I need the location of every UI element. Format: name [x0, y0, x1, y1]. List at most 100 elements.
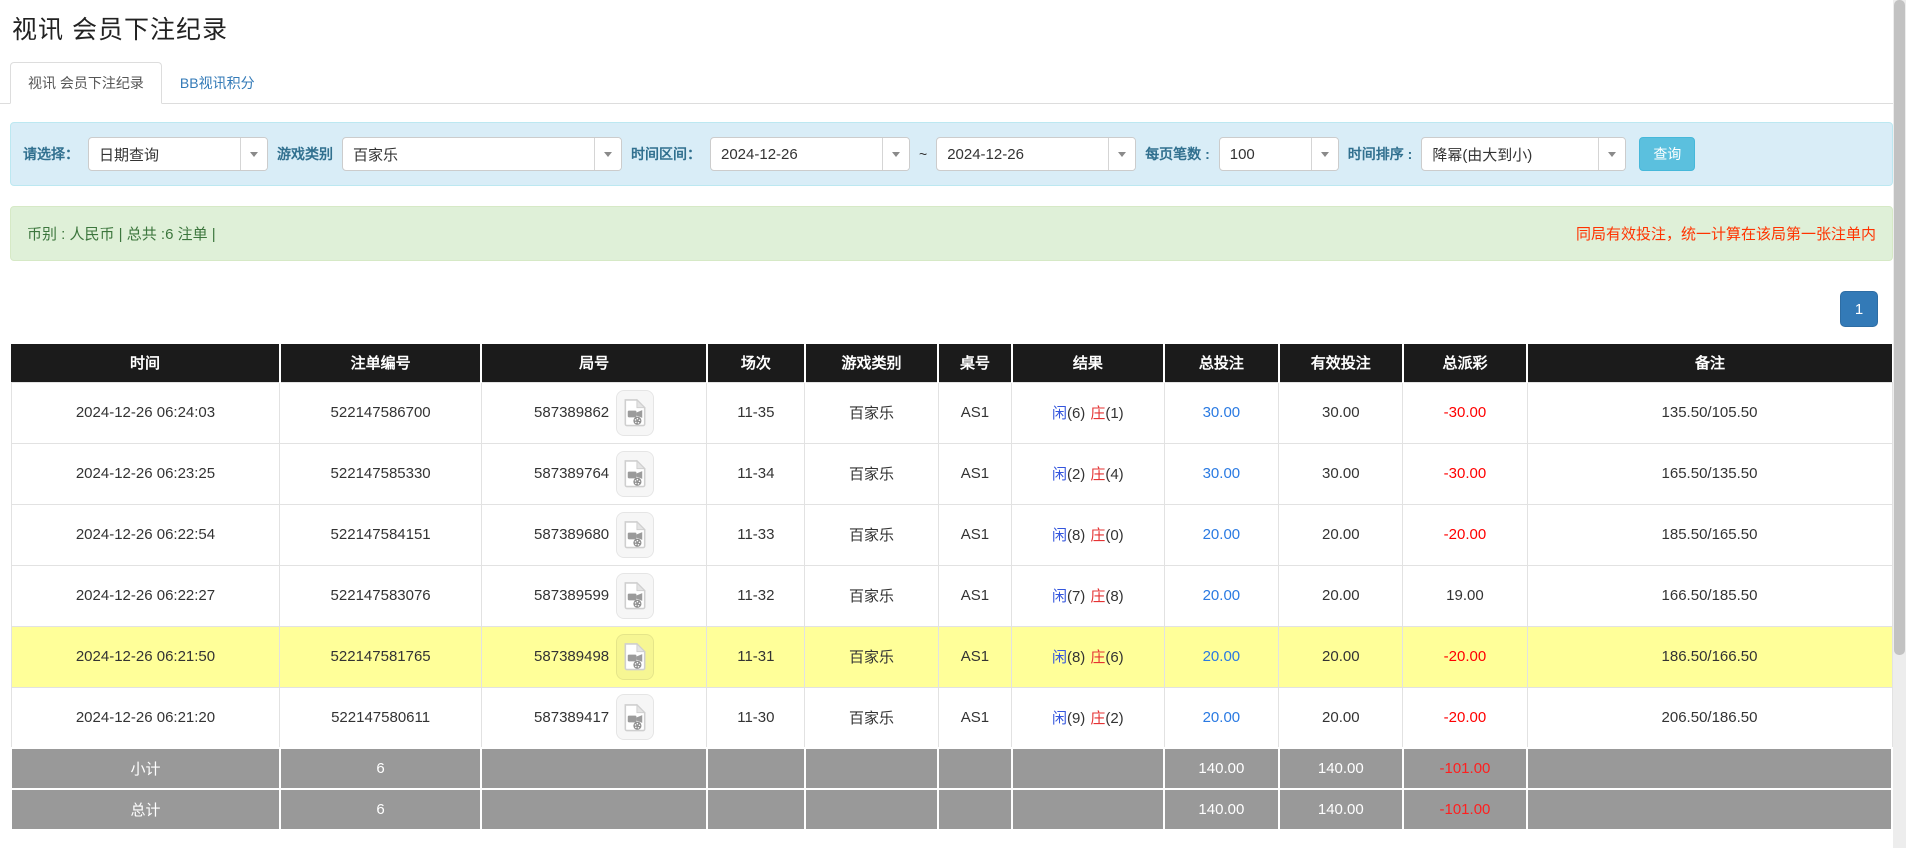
player-count: (7)	[1067, 588, 1085, 605]
total-bet-link[interactable]: 20.00	[1203, 587, 1241, 604]
player-result: 闲	[1052, 405, 1067, 422]
col-header-round: 局号	[481, 344, 707, 382]
game-type-select[interactable]: 百家乐	[342, 137, 622, 171]
video-file-icon	[623, 520, 647, 549]
date-from-value: 2024-12-26	[711, 138, 882, 170]
session-cell: 11-33	[707, 504, 805, 565]
chevron-down-icon	[882, 138, 909, 170]
chevron-down-icon	[594, 138, 621, 170]
search-button[interactable]: 查询	[1639, 137, 1695, 171]
query-type-select[interactable]: 日期查询	[88, 137, 268, 171]
total-bet-cell: 30.00	[1164, 443, 1279, 504]
tilde-separator: ~	[919, 146, 927, 162]
payout-cell: -30.00	[1403, 382, 1527, 443]
remark-cell: 186.50/166.50	[1527, 626, 1892, 687]
scrollbar-thumb[interactable]	[1894, 0, 1905, 655]
video-replay-button[interactable]	[616, 694, 654, 740]
video-replay-button[interactable]	[616, 512, 654, 558]
table-no-cell: AS1	[938, 687, 1011, 748]
table-no-cell: AS1	[938, 504, 1011, 565]
per-page-select[interactable]: 100	[1219, 137, 1339, 171]
subtotal-empty-cell	[805, 748, 939, 789]
video-file-icon	[623, 398, 647, 427]
date-to-value: 2024-12-26	[937, 138, 1108, 170]
total-bet-link[interactable]: 20.00	[1203, 709, 1241, 726]
round-id: 587389764	[534, 465, 609, 482]
total-empty-cell	[938, 789, 1011, 830]
session-cell: 11-35	[707, 382, 805, 443]
round-cell: 587389680	[481, 504, 707, 565]
total-bet-cell: 20.00	[1164, 687, 1279, 748]
total-bet-link[interactable]: 20.00	[1203, 648, 1241, 665]
remark-cell: 185.50/165.50	[1527, 504, 1892, 565]
date-to-select[interactable]: 2024-12-26	[936, 137, 1136, 171]
chevron-down-icon	[240, 138, 267, 170]
round-id: 587389417	[534, 709, 609, 726]
banker-count: (8)	[1105, 588, 1123, 605]
video-replay-button[interactable]	[616, 573, 654, 619]
banker-result: 庄	[1090, 710, 1105, 727]
tab-bar: 视讯 会员下注纪录 BB视讯积分	[0, 62, 1906, 104]
col-header-time: 时间	[11, 344, 280, 382]
query-type-label: 请选择：	[23, 144, 79, 164]
session-cell: 11-32	[707, 565, 805, 626]
banker-result: 庄	[1090, 588, 1105, 605]
total-count: 6	[280, 789, 481, 830]
total-empty-cell	[1012, 789, 1164, 830]
total-bet-cell: 20.00	[1164, 565, 1279, 626]
table-row: 2024-12-26 06:22:54 522147584151 5873896…	[11, 504, 1892, 565]
banker-count: (1)	[1105, 405, 1123, 422]
payout-cell: -30.00	[1403, 443, 1527, 504]
valid-bet-cell: 20.00	[1279, 687, 1403, 748]
currency-summary-text: 币别 : 人民币 | 总共 :6 注单 |	[27, 223, 216, 244]
total-bet-cell: 20.00	[1164, 504, 1279, 565]
video-file-icon	[623, 703, 647, 732]
valid-bet-cell: 20.00	[1279, 504, 1403, 565]
betting-records-table: 时间 注单编号 局号 场次 游戏类别 桌号 结果 总投注 有效投注 总派彩 备注…	[10, 344, 1893, 831]
table-no-cell: AS1	[938, 626, 1011, 687]
subtotal-label: 小计	[11, 748, 280, 789]
subtotal-count: 6	[280, 748, 481, 789]
video-replay-button[interactable]	[616, 634, 654, 680]
per-page-value: 100	[1220, 138, 1311, 170]
time-cell: 2024-12-26 06:22:27	[11, 565, 280, 626]
filter-bar: 请选择： 日期查询 游戏类别 百家乐 时间区间： 2024-12-26 ~ 20…	[10, 122, 1893, 186]
col-header-result: 结果	[1012, 344, 1164, 382]
total-empty-cell	[481, 789, 707, 830]
valid-bet-cell: 20.00	[1279, 565, 1403, 626]
bet-id-cell: 522147580611	[280, 687, 481, 748]
sort-order-select[interactable]: 降幂(由大到小)	[1421, 137, 1626, 171]
round-id: 587389862	[534, 404, 609, 421]
tab-betting-records[interactable]: 视讯 会员下注纪录	[10, 62, 162, 104]
col-header-valid-bet: 有效投注	[1279, 344, 1403, 382]
round-cell: 587389764	[481, 443, 707, 504]
result-cell: 闲(6)庄(1)	[1012, 382, 1164, 443]
total-bet-link[interactable]: 30.00	[1203, 404, 1241, 421]
total-total-bet: 140.00	[1164, 789, 1279, 830]
result-cell: 闲(8)庄(0)	[1012, 504, 1164, 565]
video-replay-button[interactable]	[616, 451, 654, 497]
table-header-row: 时间 注单编号 局号 场次 游戏类别 桌号 结果 总投注 有效投注 总派彩 备注	[11, 344, 1892, 382]
tab-bb-video-points[interactable]: BB视讯积分	[162, 62, 273, 104]
payout-cell: -20.00	[1403, 626, 1527, 687]
table-no-cell: AS1	[938, 565, 1011, 626]
result-cell: 闲(9)庄(2)	[1012, 687, 1164, 748]
valid-bet-note-text: 同局有效投注，统一计算在该局第一张注单内	[1576, 223, 1876, 244]
total-bet-link[interactable]: 30.00	[1203, 465, 1241, 482]
chevron-down-icon	[1108, 138, 1135, 170]
summary-alert-bar: 币别 : 人民币 | 总共 :6 注单 | 同局有效投注，统一计算在该局第一张注…	[10, 206, 1893, 261]
vertical-scrollbar[interactable]	[1893, 0, 1906, 848]
total-bet-cell: 20.00	[1164, 626, 1279, 687]
valid-bet-cell: 20.00	[1279, 626, 1403, 687]
game-type-value: 百家乐	[343, 138, 594, 170]
time-cell: 2024-12-26 06:22:54	[11, 504, 280, 565]
game-type-cell: 百家乐	[805, 504, 939, 565]
pagination-page-1[interactable]: 1	[1840, 291, 1878, 327]
video-replay-button[interactable]	[616, 390, 654, 436]
subtotal-empty-cell	[1527, 748, 1892, 789]
remark-cell: 135.50/105.50	[1527, 382, 1892, 443]
chevron-down-icon	[1311, 138, 1338, 170]
date-from-select[interactable]: 2024-12-26	[710, 137, 910, 171]
total-bet-link[interactable]: 20.00	[1203, 526, 1241, 543]
table-no-cell: AS1	[938, 382, 1011, 443]
